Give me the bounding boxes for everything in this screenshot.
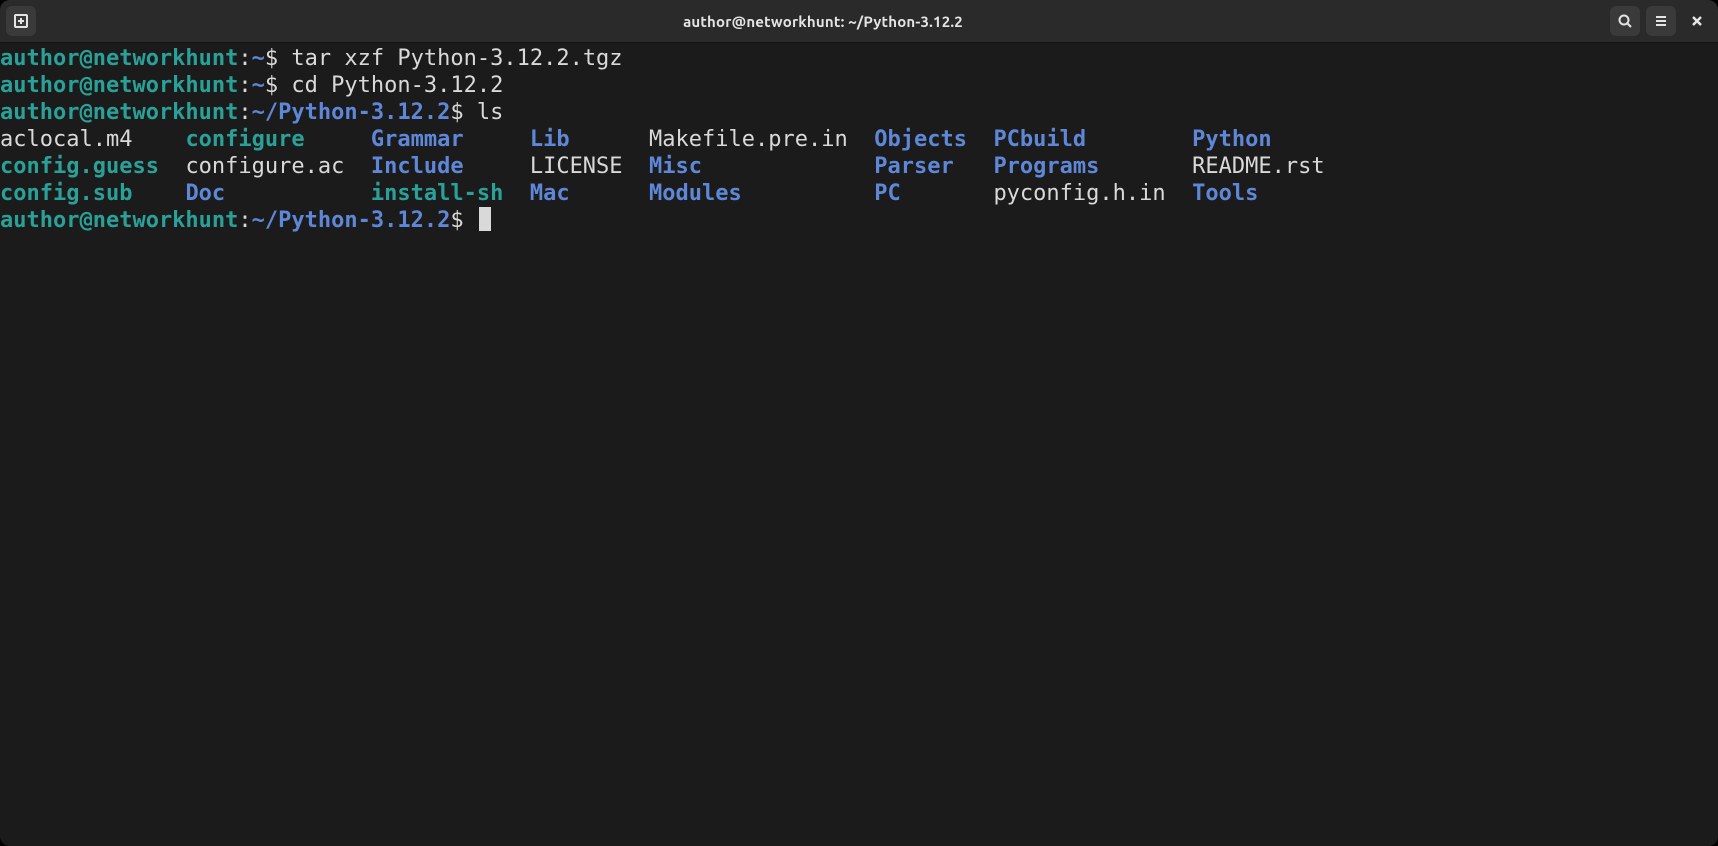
ls-entry: config.sub <box>0 181 185 206</box>
cursor <box>479 207 491 231</box>
ls-entry: Makefile.pre.in <box>649 127 874 152</box>
ls-entry: configure <box>185 127 370 152</box>
prompt-colon: : <box>238 73 251 98</box>
prompt-path: ~ <box>252 46 265 71</box>
ls-entry: README.rst <box>1192 154 1351 179</box>
prompt-line: author@networkhunt:~/Python-3.12.2$ ls <box>0 99 1718 126</box>
ls-entry: Python <box>1192 127 1351 152</box>
prompt-path: ~/Python-3.12.2 <box>252 100 451 125</box>
ls-entry: aclocal.m4 <box>0 127 185 152</box>
ls-entry: Modules <box>649 181 874 206</box>
new-tab-button[interactable] <box>6 6 36 36</box>
prompt-command: tar xzf Python-3.12.2.tgz <box>291 46 622 71</box>
prompt-user: author@networkhunt <box>0 46 238 71</box>
search-button[interactable] <box>1610 6 1640 36</box>
prompt-colon: : <box>238 46 251 71</box>
ls-row: aclocal.m4 configure Grammar Lib Makefil… <box>0 126 1718 153</box>
ls-entry: Programs <box>993 154 1192 179</box>
ls-entry: Mac <box>530 181 649 206</box>
ls-entry: Doc <box>185 181 370 206</box>
terminal-window: author@networkhunt: ~/Python-3.12.2 <box>0 0 1718 846</box>
prompt-dollar: $ <box>450 208 477 233</box>
prompt-line: author@networkhunt:~$ cd Python-3.12.2 <box>0 72 1718 99</box>
ls-entry: PCbuild <box>993 127 1192 152</box>
prompt-dollar: $ <box>265 46 292 71</box>
prompt-line: author@networkhunt:~$ tar xzf Python-3.1… <box>0 45 1718 72</box>
prompt-colon: : <box>238 100 251 125</box>
prompt-user: author@networkhunt <box>0 208 238 233</box>
prompt-path: ~ <box>252 73 265 98</box>
ls-entry: Objects <box>874 127 993 152</box>
ls-entry: Lib <box>530 127 649 152</box>
close-button[interactable] <box>1682 6 1712 36</box>
window-title: author@networkhunt: ~/Python-3.12.2 <box>36 13 1610 30</box>
ls-entry: Grammar <box>371 127 530 152</box>
ls-entry: PC <box>874 181 993 206</box>
prompt-command: cd Python-3.12.2 <box>291 73 503 98</box>
prompt-dollar: $ <box>450 100 477 125</box>
terminal-output[interactable]: author@networkhunt:~$ tar xzf Python-3.1… <box>0 43 1718 846</box>
ls-entry: pyconfig.h.in <box>993 181 1192 206</box>
titlebar: author@networkhunt: ~/Python-3.12.2 <box>0 0 1718 43</box>
prompt-colon: : <box>238 208 251 233</box>
prompt-dollar: $ <box>265 73 292 98</box>
ls-entry: Misc <box>649 154 874 179</box>
prompt-user: author@networkhunt <box>0 100 238 125</box>
ls-row: config.sub Doc install-sh Mac Modules PC… <box>0 180 1718 207</box>
ls-entry: LICENSE <box>530 154 649 179</box>
ls-entry: install-sh <box>371 181 530 206</box>
prompt-command: ls <box>477 100 504 125</box>
ls-entry: config.guess <box>0 154 185 179</box>
ls-entry: Parser <box>874 154 993 179</box>
ls-entry: Tools <box>1192 181 1351 206</box>
prompt-path: ~/Python-3.12.2 <box>252 208 451 233</box>
prompt-line: author@networkhunt:~/Python-3.12.2$ <box>0 207 1718 234</box>
ls-row: config.guess configure.ac Include LICENS… <box>0 153 1718 180</box>
ls-entry: configure.ac <box>185 154 370 179</box>
prompt-user: author@networkhunt <box>0 73 238 98</box>
ls-entry: Include <box>371 154 530 179</box>
menu-button[interactable] <box>1646 6 1676 36</box>
